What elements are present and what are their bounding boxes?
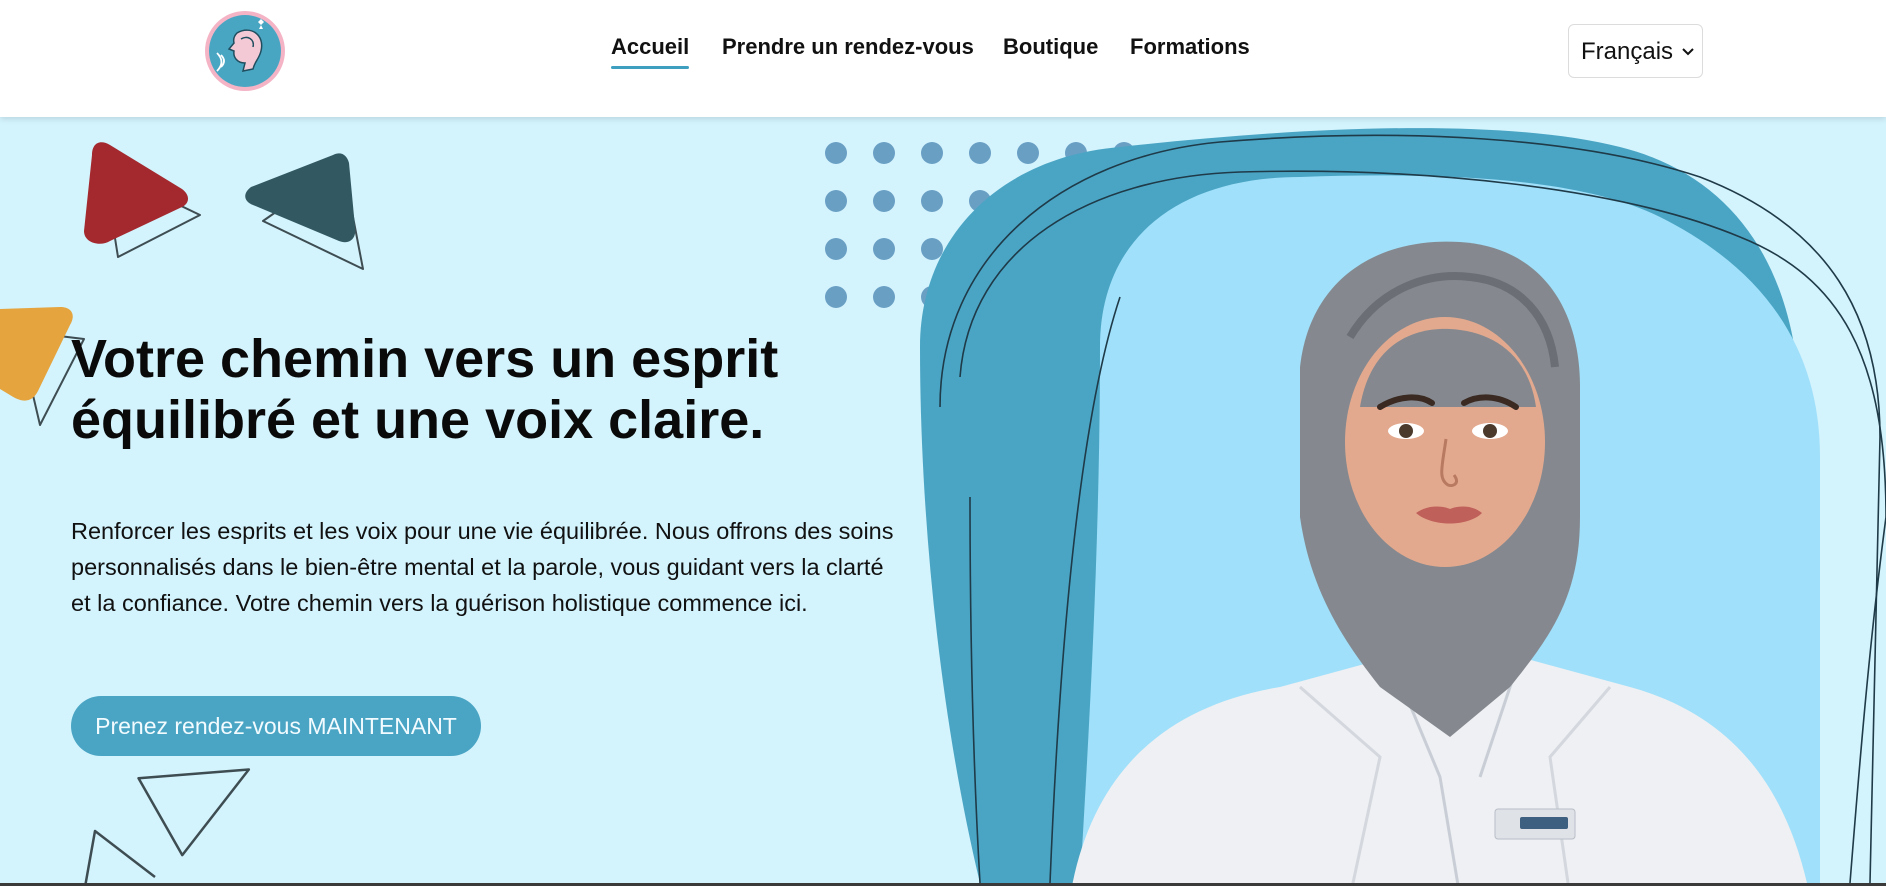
nav-item-accueil[interactable]: Accueil <box>611 34 690 69</box>
language-select[interactable]: Français <box>1568 24 1703 78</box>
logo[interactable] <box>203 9 287 93</box>
nav-item-boutique[interactable]: Boutique <box>1003 34 1098 60</box>
nav-item-prendre-rendez-vous[interactable]: Prendre un rendez-vous <box>722 34 974 60</box>
hero-title-line2: équilibré et une voix claire. <box>71 390 765 450</box>
chevron-down-icon <box>1682 48 1694 56</box>
hero-title-line1: Votre chemin vers un esprit <box>71 329 779 389</box>
red-triangle-decoration <box>84 142 201 258</box>
nav-item-formations[interactable]: Formations <box>1130 34 1250 60</box>
book-appointment-button[interactable]: Prenez rendez-vous MAINTENANT <box>71 696 481 756</box>
doctor-portrait-image <box>1072 241 1807 883</box>
teal-triangle-decoration <box>245 153 364 270</box>
site-header: Accueil Prendre un rendez-vous Boutique … <box>0 0 1886 117</box>
hero-section: Votre chemin vers un esprit équilibré et… <box>0 117 1886 883</box>
hero-title: Votre chemin vers un esprit équilibré et… <box>71 329 871 451</box>
outline-triangles-decoration <box>84 768 251 883</box>
language-select-value: Français <box>1581 38 1674 65</box>
hero-description: Renforcer les esprits et les voix pour u… <box>71 518 894 616</box>
